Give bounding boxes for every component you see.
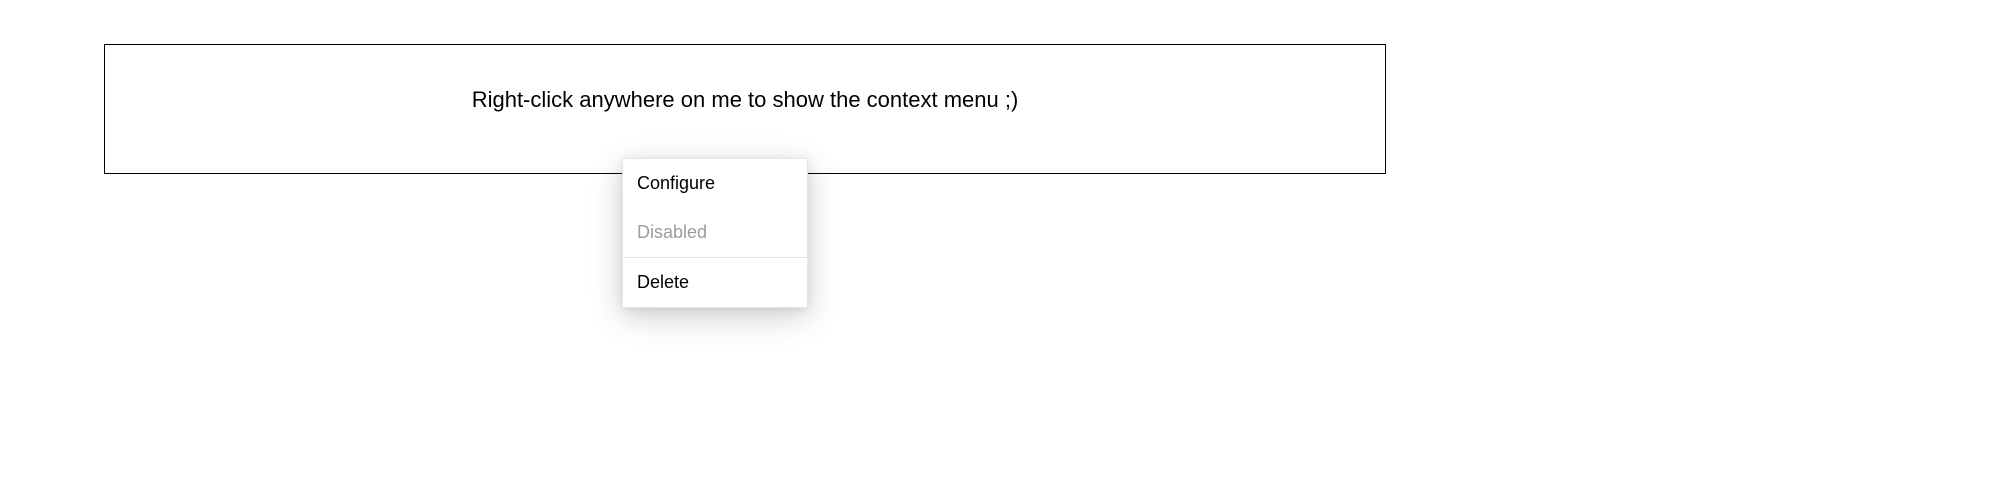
context-menu: Configure Disabled Delete [622, 158, 808, 308]
instruction-text: Right-click anywhere on me to show the c… [472, 87, 1019, 113]
menu-item-delete[interactable]: Delete [623, 258, 807, 307]
menu-item-configure[interactable]: Configure [623, 159, 807, 208]
context-menu-target-area[interactable]: Right-click anywhere on me to show the c… [104, 44, 1386, 174]
menu-item-disabled: Disabled [623, 208, 807, 257]
menu-item-label: Configure [637, 173, 715, 194]
menu-item-label: Delete [637, 272, 689, 293]
menu-item-label: Disabled [637, 222, 707, 243]
